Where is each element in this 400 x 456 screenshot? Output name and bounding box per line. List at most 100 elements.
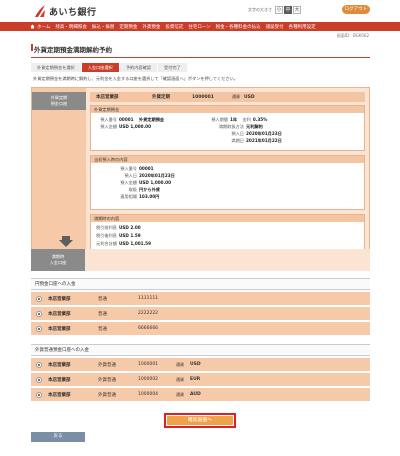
font-size-medium-button[interactable]: 中 [284, 6, 292, 14]
fx-account-section: 外貨普通預金口座への入金 本店営業部 外貨普通 1000001 通貨 USD 本… [31, 344, 370, 401]
source-details: 本店営業部 外貨定期 1000001 通貨 USD 外貨定期預金 預入番号 000… [86, 88, 369, 266]
account-type: 外貨普通 [98, 362, 116, 368]
aftertax-interest: 税引後利息 USD 1.59 [96, 233, 141, 238]
target-label-line2: 入金口座 [49, 260, 67, 265]
step-indicator: 外貨定期預金を選択 入金口座選択 予約内容確認 受付完了 [31, 63, 370, 72]
maturity-date: 満期日 2021年01月22日 [231, 138, 282, 143]
nav-item-time-deposit[interactable]: 定期預金 [119, 24, 137, 30]
site-header: あいち銀行 文字の大きさ 小 中 大 ログアウト [0, 0, 400, 22]
deposit-date: 預入日 2020年01月23日 [231, 131, 282, 136]
nav-item-settings[interactable]: 各種利用設定 [289, 24, 316, 30]
initial-deposit-rate: 適用相場 103.00円 [120, 194, 160, 199]
source-currency-label: 通貨 [232, 94, 240, 99]
radio-button[interactable] [36, 376, 42, 383]
currency-label: 通貨 [176, 376, 184, 382]
deposit-number: 預入番号 00001 外貨定期預金 [100, 117, 165, 122]
radio-button[interactable] [36, 310, 42, 317]
nav-item-payments[interactable]: 税金・各種料金の払込 [216, 24, 261, 30]
pretax-interest: 税引前利息 USD 2.00 [96, 225, 141, 230]
branch-name: 本店営業部 [48, 326, 71, 332]
deposit-info-box: 外貨定期預金 預入番号 00001 外貨定期預金 預入金額 USD 1,000.00… [90, 105, 365, 151]
currency-code: EUR [190, 377, 201, 382]
nav-item-notifications[interactable]: 諸届受付 [266, 24, 284, 30]
yen-account-section: 円預金口座への入金 本店営業部 普通 1111111 本店営業部 普通 2222… [31, 278, 370, 335]
logout-button[interactable]: ログアウト [342, 5, 370, 14]
radio-button[interactable] [36, 391, 42, 398]
yen-account-row[interactable]: 本店営業部 普通 2222222 [31, 307, 370, 320]
initial-deposit-date: 預入日 2020年01月23日 [124, 173, 175, 178]
fx-account-row[interactable]: 本店営業部 外貨普通 1000002 通貨 EUR [31, 373, 370, 386]
down-arrow-icon [31, 236, 101, 248]
initial-deposit-currency: 取扱 円から外貨 [128, 187, 160, 192]
main-content: 外貨定期預金満期解約予約 外貨定期預金を選択 入金口座選択 予約内容確認 受付完… [31, 44, 370, 267]
nav-item-balance[interactable]: 残高・明細照会 [55, 24, 87, 30]
radio-button[interactable] [36, 295, 42, 302]
font-size-label: 文字の大きさ [248, 7, 272, 12]
radio-button[interactable] [36, 361, 42, 368]
nav-item-fx-deposit[interactable]: 外貨預金 [142, 24, 160, 30]
initial-deposit-head: 当初預入時の内容 [91, 156, 364, 163]
font-size-switcher: 文字の大きさ 小 中 大 [248, 6, 302, 14]
nav-item-investment[interactable]: 投資信託 [165, 24, 183, 30]
deposit-info-head: 外貨定期預金 [91, 106, 364, 113]
account-type: 普通 [98, 311, 107, 317]
target-account-area [85, 249, 370, 271]
currency-code: AUD [190, 392, 201, 397]
account-type: 普通 [98, 326, 107, 332]
source-label-line2: 預金口座 [50, 101, 68, 106]
yen-section-title: 円預金口座への入金 [31, 278, 370, 290]
back-button[interactable]: 戻る [31, 432, 85, 442]
step-3: 予約内容確認 [119, 63, 157, 72]
confirm-button-highlight: 確認画面へ [164, 413, 236, 428]
step-2-current: 入金口座選択 [81, 63, 119, 72]
nav-item-mortgage[interactable]: 住宅ローン [188, 24, 210, 30]
account-number: 2222222 [138, 311, 159, 316]
initial-deposit-amount: 預入金額 USD 1,000.00 [120, 180, 172, 185]
nav-item-label: ホーム [37, 24, 51, 30]
principal-interest-total: 元利合計額 USD 1,001.59 [96, 241, 152, 246]
bank-logo[interactable]: あいち銀行 [34, 4, 97, 18]
home-icon [30, 24, 35, 29]
fx-section-title: 外貨普通預金口座への入金 [31, 344, 370, 356]
fx-account-row[interactable]: 本店営業部 外貨普通 1000001 通貨 USD [31, 358, 370, 371]
currency-label: 通貨 [176, 361, 184, 367]
source-account-row: 本店営業部 外貨定期 1000001 通貨 USD [90, 92, 365, 102]
instruction-text: 外貨定期預金を満期時に解約し、元利金を入金する口座を選択して「確認画面へ」ボタン… [33, 76, 238, 81]
yen-account-row[interactable]: 本店営業部 普通 6666666 [31, 322, 370, 335]
account-number: 1111111 [138, 296, 159, 301]
target-account-label: 満期時 入金口座 [31, 249, 85, 271]
screen-id: 画面ID：BGK002 [336, 33, 369, 38]
branch-name: 本店営業部 [48, 377, 71, 383]
maturity-method: 満期取扱方法 元利解約 [218, 124, 263, 129]
currency-code: USD [190, 362, 201, 367]
font-size-small-button[interactable]: 小 [275, 6, 283, 14]
maturity-info-head: 満期時の内容 [91, 215, 364, 222]
branch-name: 本店営業部 [48, 362, 71, 368]
branch-name: 本店営業部 [48, 392, 71, 398]
branch-name: 本店営業部 [48, 296, 71, 302]
confirm-button[interactable]: 確認画面へ [167, 416, 233, 425]
account-number: 1000001 [138, 362, 159, 367]
font-size-large-button[interactable]: 大 [293, 6, 301, 14]
page-title: 外貨定期預金満期解約予約 [31, 44, 370, 58]
bank-logo-icon [34, 4, 46, 18]
nav-item-home[interactable]: ホーム [30, 24, 50, 30]
source-branch: 本店営業部 [96, 95, 119, 100]
deposit-amount: 預入金額 USD 1,000.00 [100, 124, 152, 129]
step-4: 受付完了 [157, 63, 187, 72]
deposit-term: 預入期間 1年 金利 0.35% [211, 117, 268, 122]
initial-deposit-box: 当初預入時の内容 預入番号 00001 預入日 2020年01月23日 預入金額 US… [90, 155, 365, 210]
radio-button[interactable] [36, 325, 42, 332]
source-currency: USD [244, 94, 255, 100]
source-account-label: 外貨定期 預金口座 [32, 92, 86, 110]
account-type: 普通 [98, 296, 107, 302]
initial-deposit-number: 預入番号 00001 [120, 166, 154, 171]
step-1: 外貨定期預金を選択 [31, 63, 81, 72]
global-nav: ホーム 残高・明細照会 振込・振替 定期預金 外貨預金 投資信託 住宅ローン 税… [0, 22, 400, 31]
yen-account-row[interactable]: 本店営業部 普通 1111111 [31, 292, 370, 305]
account-number: 1000004 [138, 392, 159, 397]
nav-item-transfer[interactable]: 振込・振替 [92, 24, 115, 30]
source-type: 外貨定期 [152, 95, 170, 100]
fx-account-row[interactable]: 本店営業部 外貨普通 1000004 通貨 AUD [31, 388, 370, 401]
account-type: 外貨普通 [98, 392, 116, 398]
